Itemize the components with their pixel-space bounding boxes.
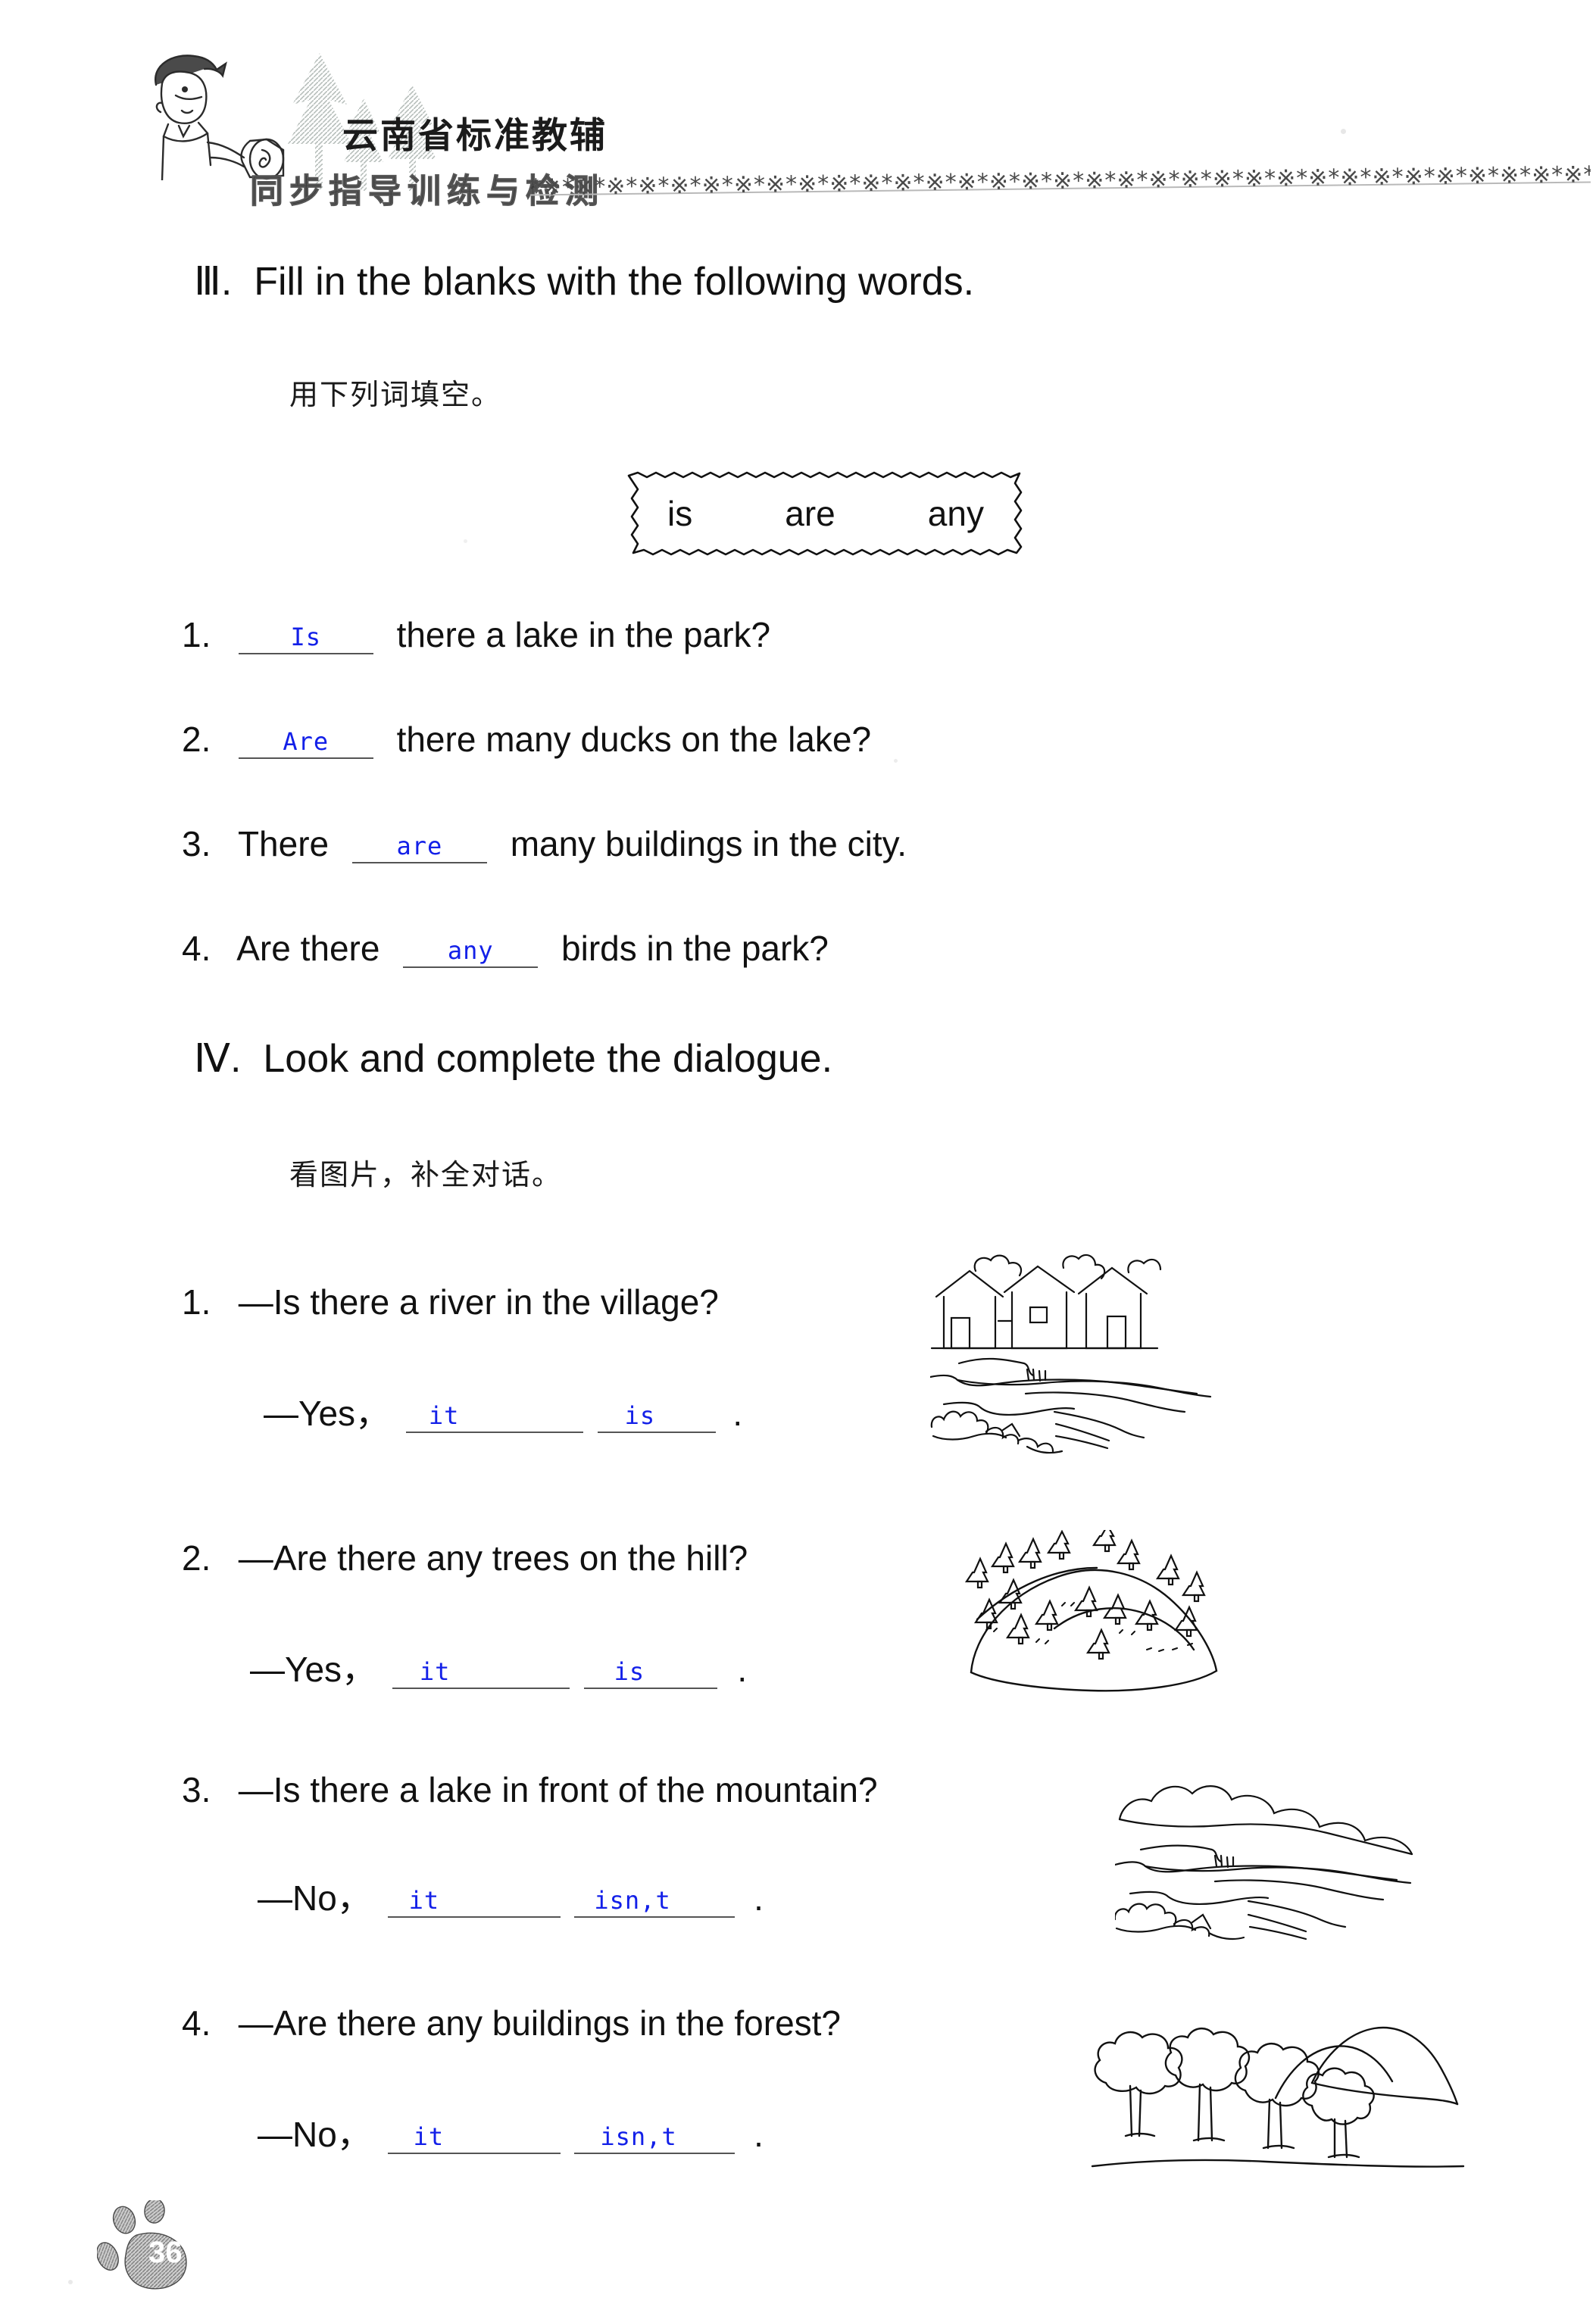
answer-lead: —Yes，: [250, 1650, 377, 1689]
answer-lead: —No，: [258, 2115, 372, 2154]
fill-item-3: 3. There are many buildings in the city.: [182, 823, 907, 864]
scan-speck: [1341, 129, 1346, 134]
scan-speck: [464, 539, 467, 543]
answer-lead: —Yes，: [264, 1394, 391, 1433]
section-heading-4: Ⅳ. Look and complete the dialogue.: [194, 1036, 832, 1082]
section-title-4: Look and complete the dialogue.: [263, 1037, 833, 1081]
item-number: 3.: [182, 1770, 211, 1809]
item-text-after: birds in the park?: [561, 929, 829, 968]
handwritten-answer: Is: [290, 623, 322, 651]
section-dot-4: .: [230, 1037, 242, 1081]
answer-blank-2[interactable]: Are: [238, 718, 373, 759]
word-bank-item-2: are: [785, 494, 835, 533]
forest-with-hills-icon: [1085, 1984, 1479, 2197]
answer-blank-4[interactable]: any: [403, 927, 539, 968]
page-number: 36: [148, 2236, 183, 2269]
dialogue-item-4-question: 4. —Are there any buildings in the fores…: [182, 2003, 841, 2044]
item-number: 2.: [182, 1538, 211, 1578]
answer-blank-3[interactable]: are: [351, 823, 487, 863]
dialogue-item-2-answer: —Yes， it is .: [250, 1642, 747, 1692]
handwritten-answer: it: [413, 2122, 445, 2151]
mountain-with-lake-icon: [1115, 1765, 1448, 1962]
item-text-before: There: [237, 824, 330, 863]
handwritten-answer: isn,t: [594, 1886, 671, 1915]
item-number: 1.: [182, 615, 211, 654]
section-roman-3: Ⅲ: [194, 260, 221, 304]
answer-blank-1[interactable]: Is: [238, 614, 373, 654]
asterisk-decoration: *※*※*※*※*※*※*※*※*※*※*※*※*※*※*※*※*※*※*※*※…: [529, 161, 1591, 201]
section-dot-3: .: [220, 260, 233, 304]
dialogue-question: —Are there any trees on the hill?: [238, 1538, 748, 1578]
dialogue-blank-3b[interactable]: isn,t: [574, 1877, 736, 1918]
handwritten-answer: is: [624, 1401, 656, 1430]
section-roman-4: Ⅳ: [194, 1037, 230, 1081]
section-heading-3: Ⅲ. Fill in the blanks with the following…: [194, 259, 974, 304]
word-bank: is are any: [621, 471, 1030, 556]
item-number: 4.: [182, 2003, 211, 2043]
handwritten-answer: Are: [283, 727, 330, 756]
section-instruction-4-cn: 看图片，补全对话。: [289, 1158, 563, 1191]
dialogue-item-2-question: 2. —Are there any trees on the hill?: [182, 1538, 748, 1578]
dialogue-blank-1a[interactable]: it: [405, 1392, 583, 1433]
dialogue-blank-3a[interactable]: it: [387, 1877, 561, 1918]
dialogue-blank-4b[interactable]: isn,t: [574, 2113, 736, 2154]
handwritten-answer: it: [408, 1886, 440, 1915]
handwritten-answer: are: [396, 832, 443, 860]
item-number: 2.: [182, 720, 211, 759]
dialogue-item-1-question: 1. —Is there a river in the village?: [182, 1282, 719, 1322]
item-number: 1.: [182, 1282, 211, 1322]
dialogue-question: —Are there any buildings in the forest?: [238, 2003, 842, 2043]
hill-with-trees-icon: [964, 1530, 1236, 1719]
section-instruction-3-cn: 用下列词填空。: [289, 378, 502, 411]
period: .: [754, 2115, 764, 2154]
fill-item-1: 1. Is there a lake in the park?: [182, 614, 770, 655]
period: .: [754, 1878, 764, 1918]
dialogue-item-3-question: 3. —Is there a lake in front of the moun…: [182, 1769, 878, 1810]
dialogue-item-4-answer: —No， it isn,t .: [258, 2107, 764, 2157]
item-text-after: many buildings in the city.: [510, 824, 907, 863]
fill-item-4: 4. Are there any birds in the park?: [182, 927, 829, 969]
item-number: 4.: [182, 929, 211, 968]
section-title-3: Fill in the blanks with the following wo…: [254, 260, 975, 304]
handwritten-answer: it: [428, 1401, 460, 1430]
dialogue-question: —Is there a river in the village?: [238, 1282, 719, 1322]
dialogue-blank-2a[interactable]: it: [392, 1648, 570, 1689]
handwritten-answer: isn,t: [600, 2122, 677, 2151]
item-number: 3.: [182, 824, 211, 863]
word-bank-item-1: is: [667, 494, 693, 533]
dialogue-blank-1b[interactable]: is: [597, 1392, 716, 1433]
dialogue-item-1-answer: —Yes， it is .: [264, 1386, 742, 1436]
handwritten-answer: is: [614, 1657, 645, 1686]
dialogue-item-3-answer: —No， it isn,t .: [258, 1871, 764, 1921]
item-text-after: there many ducks on the lake?: [396, 720, 872, 759]
item-text-after: there a lake in the park?: [396, 615, 771, 654]
workbook-page: 云南省标准教辅 同步指导训练与检测 *※*※*※*※*※*※*※*※*※*※*※…: [0, 0, 1596, 2298]
village-with-river-icon: [930, 1242, 1233, 1462]
scan-speck: [894, 759, 898, 763]
period: .: [737, 1650, 748, 1689]
answer-lead: —No，: [258, 1878, 372, 1918]
dialogue-question: —Is there a lake in front of the mountai…: [238, 1770, 878, 1809]
brand-title-cn: 云南省标准教辅: [342, 115, 607, 157]
handwritten-answer: any: [447, 936, 494, 965]
fill-item-2: 2. Are there many ducks on the lake?: [182, 718, 871, 760]
scan-speck: [68, 2280, 73, 2284]
dialogue-blank-4a[interactable]: it: [387, 2113, 561, 2154]
period: .: [732, 1394, 743, 1433]
item-text-before: Are there: [236, 929, 380, 968]
dialogue-blank-2b[interactable]: is: [583, 1648, 717, 1689]
page-header: 云南省标准教辅 同步指导训练与检测 *※*※*※*※*※*※*※*※*※*※*※…: [0, 0, 1596, 227]
handwritten-answer: it: [419, 1657, 451, 1686]
word-bank-item-3: any: [927, 494, 984, 533]
